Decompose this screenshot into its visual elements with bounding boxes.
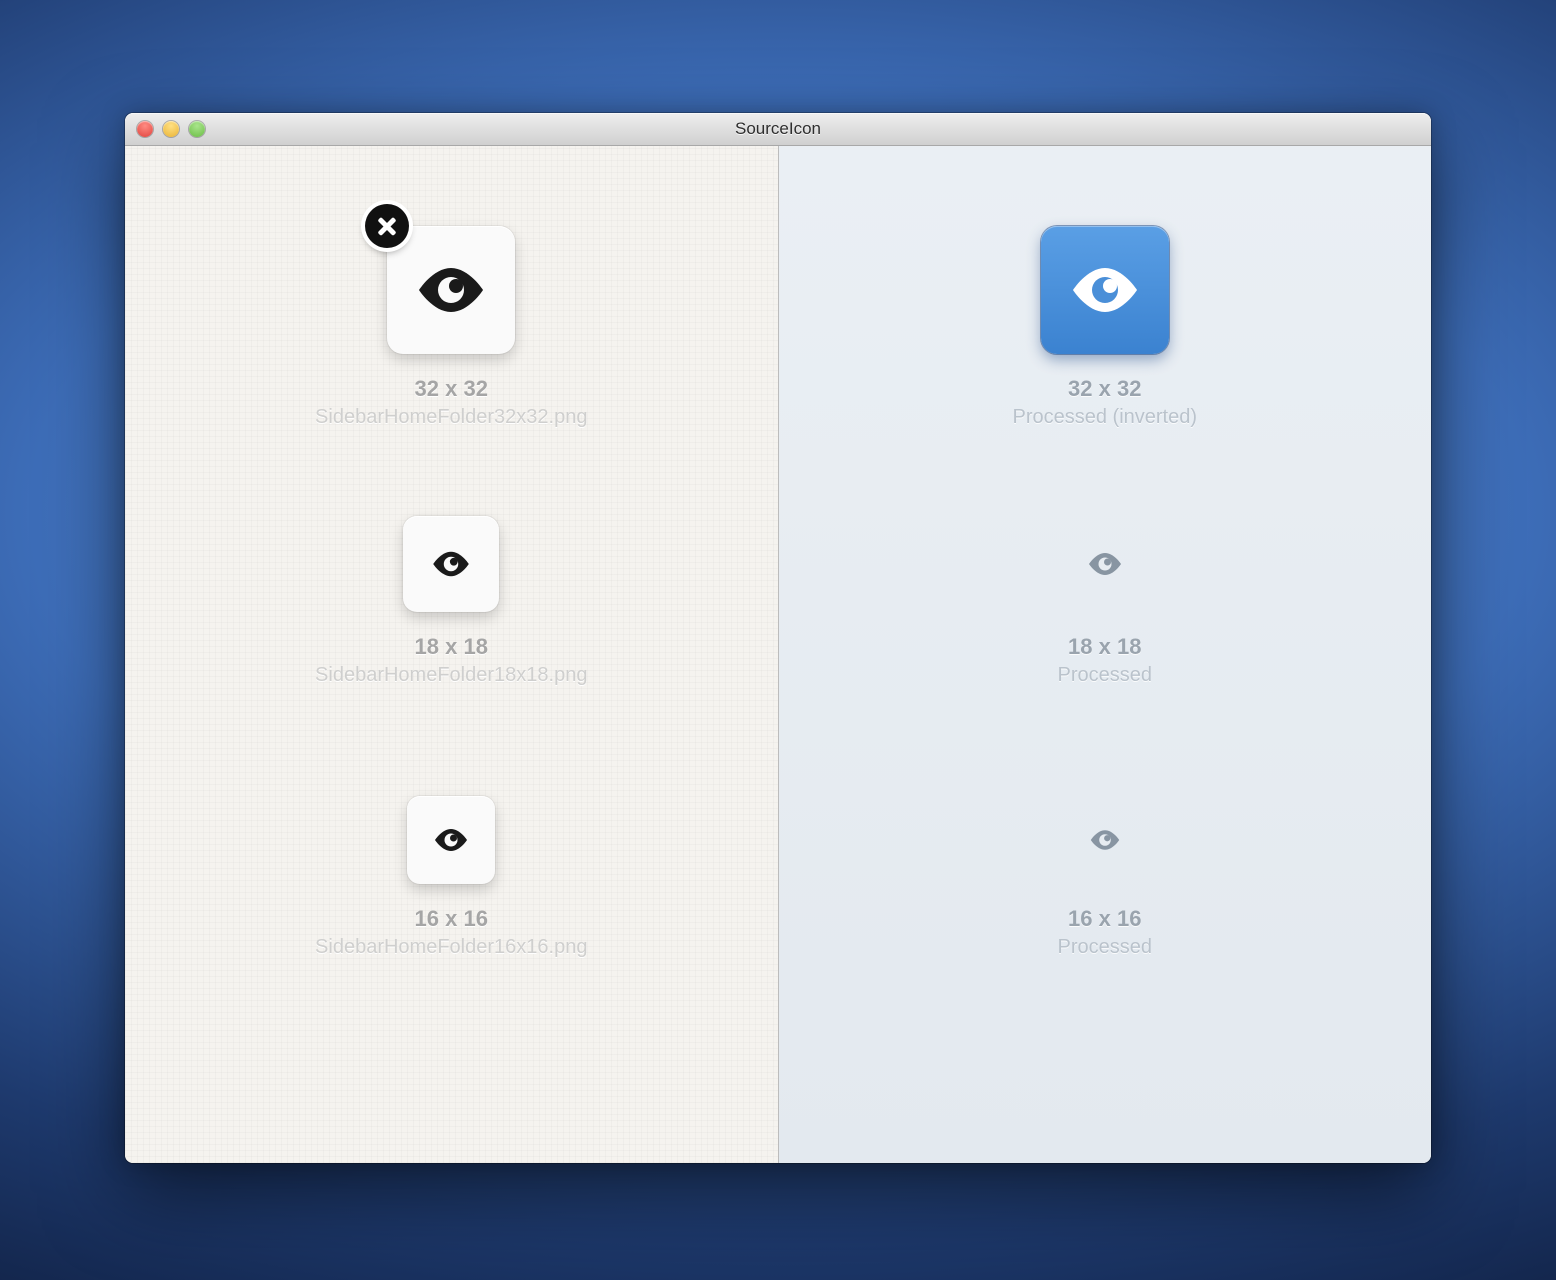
remove-source-button[interactable]	[365, 204, 409, 248]
processed-icon-18[interactable]	[779, 516, 1432, 612]
status-label: Processed	[779, 664, 1432, 687]
processed-icon-tile-32[interactable]	[1041, 226, 1169, 354]
close-window-button[interactable]	[137, 121, 153, 137]
processed-item-32: 32 x 32 Processed (inverted)	[779, 226, 1432, 429]
app-window: SourceIcon 32 x 32 SidebarHomeFolder	[125, 113, 1431, 1163]
source-icon-tile-16[interactable]	[407, 796, 495, 884]
processed-icon-16[interactable]	[779, 796, 1432, 884]
window-title: SourceIcon	[125, 119, 1431, 139]
status-label: Processed	[779, 936, 1432, 959]
status-label: Processed (inverted)	[779, 406, 1432, 429]
minimize-window-button[interactable]	[163, 121, 179, 137]
size-label: 18 x 18	[779, 634, 1432, 660]
content-area: 32 x 32 SidebarHomeFolder32x32.png 18 x …	[125, 146, 1431, 1163]
traffic-lights	[137, 121, 205, 137]
filename-label: SidebarHomeFolder32x32.png	[125, 406, 778, 429]
source-pane: 32 x 32 SidebarHomeFolder32x32.png 18 x …	[125, 146, 779, 1163]
source-icon-tile-18[interactable]	[403, 516, 499, 612]
eye-icon	[387, 226, 515, 354]
source-item-18: 18 x 18 SidebarHomeFolder18x18.png	[125, 516, 778, 687]
size-label: 18 x 18	[125, 634, 778, 660]
processed-item-16: 16 x 16 Processed	[779, 796, 1432, 959]
processed-item-18: 18 x 18 Processed	[779, 516, 1432, 687]
filename-label: SidebarHomeFolder16x16.png	[125, 936, 778, 959]
eye-icon	[1041, 226, 1169, 354]
filename-label: SidebarHomeFolder18x18.png	[125, 664, 778, 687]
source-icon-tile-32[interactable]	[387, 226, 515, 354]
eye-icon	[407, 796, 495, 884]
zoom-window-button[interactable]	[189, 121, 205, 137]
size-label: 16 x 16	[125, 906, 778, 932]
size-label: 32 x 32	[779, 376, 1432, 402]
eye-icon	[1089, 829, 1121, 851]
eye-icon	[403, 516, 499, 612]
source-item-32: 32 x 32 SidebarHomeFolder32x32.png	[125, 226, 778, 429]
processed-pane: 32 x 32 Processed (inverted) 18 x 18 Pro…	[779, 146, 1432, 1163]
eye-icon	[1087, 552, 1123, 576]
title-bar[interactable]: SourceIcon	[125, 113, 1431, 146]
size-label: 32 x 32	[125, 376, 778, 402]
source-item-16: 16 x 16 SidebarHomeFolder16x16.png	[125, 796, 778, 959]
size-label: 16 x 16	[779, 906, 1432, 932]
